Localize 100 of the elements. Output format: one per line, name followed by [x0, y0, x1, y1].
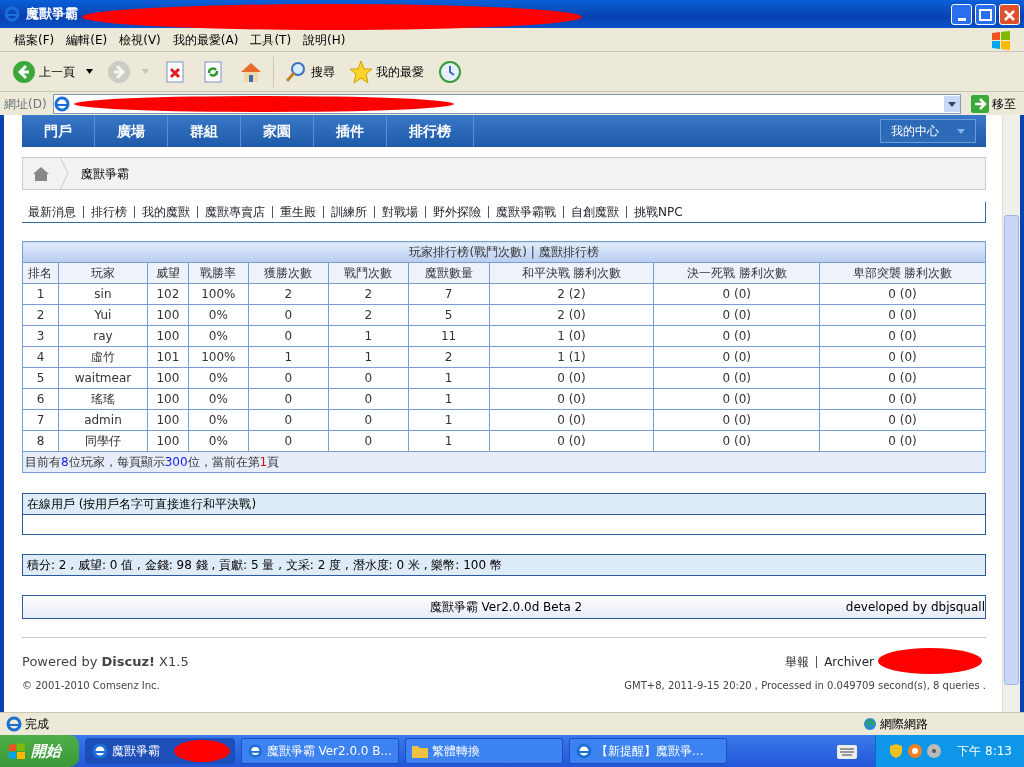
- table-cell: 101: [147, 346, 189, 368]
- table-cell: 1: [328, 346, 409, 368]
- favorites-button[interactable]: 我的最愛: [345, 57, 428, 86]
- panel-title: 在線用戶 (按用戶名字可直接進行和平決戰): [23, 494, 985, 515]
- table-cell: 5: [408, 304, 490, 326]
- address-field[interactable]: [52, 93, 961, 114]
- table-cell: 5: [22, 367, 59, 389]
- nav-tab[interactable]: 門戶: [22, 115, 95, 147]
- history-icon: [438, 59, 462, 84]
- table-cell: 0 (0): [489, 388, 654, 410]
- table-cell: 0 (0): [653, 346, 820, 368]
- link[interactable]: 對戰場: [382, 203, 418, 221]
- table-cell: 0: [328, 388, 409, 410]
- menu-item[interactable]: 工具(T): [244, 30, 298, 49]
- link[interactable]: 野外探險: [433, 203, 481, 221]
- table-cell: 2: [22, 304, 59, 326]
- table-cell: 0 (0): [653, 325, 820, 347]
- taskbar-button[interactable]: 魔獸爭霸: [85, 738, 235, 764]
- minimize-icon: [957, 17, 966, 21]
- table-cell: 1: [408, 409, 490, 431]
- link[interactable]: 魔獸專賣店: [205, 203, 265, 221]
- shield-icon: [888, 743, 905, 759]
- table-cell: 102: [147, 283, 189, 305]
- table-cell: 1: [22, 283, 59, 305]
- disc-icon: [926, 743, 943, 759]
- table-cell: 1: [408, 430, 490, 452]
- keyboard-icon: [837, 744, 858, 759]
- link[interactable]: 自創魔獸: [571, 203, 619, 221]
- globe-icon: [863, 717, 877, 731]
- search-button[interactable]: 搜尋: [280, 57, 339, 86]
- table-cell: 100: [147, 430, 189, 452]
- redaction-mark: [174, 740, 230, 762]
- link[interactable]: 魔獸爭霸戰: [496, 203, 556, 221]
- windows-logo-icon: [8, 743, 26, 759]
- maximize-button[interactable]: [975, 3, 996, 25]
- home-icon: [33, 166, 49, 181]
- table-cell: 2 (0): [489, 304, 654, 326]
- link[interactable]: 最新消息: [28, 203, 76, 221]
- taskbar-button[interactable]: 繁體轉換: [405, 738, 563, 764]
- table-cell: 0: [248, 388, 329, 410]
- nav-tab[interactable]: 群組: [168, 115, 241, 147]
- table-cell: 100: [147, 325, 189, 347]
- breadcrumb-link[interactable]: 魔獸爭霸: [81, 164, 129, 183]
- go-button[interactable]: 移至: [967, 92, 1020, 115]
- taskbar-button[interactable]: 【新提醒】魔獸爭...: [569, 738, 727, 764]
- link[interactable]: 排行榜: [91, 203, 127, 221]
- table-cell: 虛竹: [58, 346, 148, 368]
- table-cell: 0: [248, 325, 329, 347]
- nav-tab[interactable]: 排行榜: [387, 115, 474, 147]
- stop-icon: [163, 59, 187, 84]
- table-cell: 2: [248, 283, 329, 305]
- nav-tab[interactable]: 家園: [241, 115, 314, 147]
- column-header: 排名: [22, 262, 59, 284]
- table-cell: 1: [248, 346, 329, 368]
- table-cell: 1 (1): [489, 346, 654, 368]
- table-cell: 0%: [188, 367, 249, 389]
- table-cell: 2 (2): [489, 283, 654, 305]
- table-cell: 0 (0): [819, 409, 986, 431]
- table-cell: 100: [147, 409, 189, 431]
- menu-item[interactable]: 我的最愛(A): [166, 30, 245, 49]
- window-title: 魔獸爭霸: [26, 5, 78, 24]
- close-button[interactable]: [999, 3, 1020, 25]
- table-cell: 0 (0): [819, 430, 986, 452]
- scrollbar-thumb[interactable]: [1004, 215, 1019, 685]
- footer-link[interactable]: 舉報: [785, 653, 810, 671]
- menu-item[interactable]: 編輯(E): [60, 30, 114, 49]
- link[interactable]: 我的魔獸: [142, 203, 190, 221]
- minimize-button[interactable]: [951, 3, 972, 25]
- user-menu-button[interactable]: 我的中心: [880, 119, 976, 143]
- menu-item[interactable]: 檢視(V): [113, 30, 167, 49]
- table-cell: 0 (0): [653, 283, 820, 305]
- back-button[interactable]: 上一頁: [8, 57, 97, 86]
- menu-item[interactable]: 檔案(F): [8, 30, 61, 49]
- table-cell: 2: [328, 283, 409, 305]
- taskbar-button[interactable]: 魔獸爭霸 Ver2.0.0 B...: [241, 738, 399, 764]
- table-cell: 0 (0): [653, 304, 820, 326]
- version-text: 魔獸爭霸 Ver2.0.0d Beta 2: [428, 599, 583, 616]
- table-cell: 0 (0): [819, 346, 986, 368]
- menu-item[interactable]: 說明(H): [297, 30, 352, 49]
- refresh-icon: [201, 59, 225, 84]
- footer-link[interactable]: Archiver: [824, 653, 874, 671]
- browser-icon: [4, 6, 20, 22]
- windows-logo-icon: [990, 29, 1012, 50]
- table-cell: 0 (0): [489, 409, 654, 431]
- link[interactable]: 訓練所: [331, 203, 367, 221]
- link[interactable]: 挑戰NPC: [634, 203, 683, 221]
- table-cell: 0 (0): [819, 388, 986, 410]
- nav-tab[interactable]: 插件: [314, 115, 387, 147]
- table-cell: ray: [58, 325, 148, 347]
- table-cell: 4: [22, 346, 59, 368]
- table-cell: 0%: [188, 325, 249, 347]
- search-icon: [284, 59, 308, 84]
- table-cell: 100%: [188, 346, 249, 368]
- table-cell: 1: [408, 388, 490, 410]
- nav-tab[interactable]: 廣場: [95, 115, 168, 147]
- link[interactable]: 重生殿: [280, 203, 316, 221]
- page-icon: [6, 716, 22, 732]
- table-cell: 2: [328, 304, 409, 326]
- dropdown-caret-icon: [957, 128, 965, 134]
- table-cell: 0 (0): [819, 283, 986, 305]
